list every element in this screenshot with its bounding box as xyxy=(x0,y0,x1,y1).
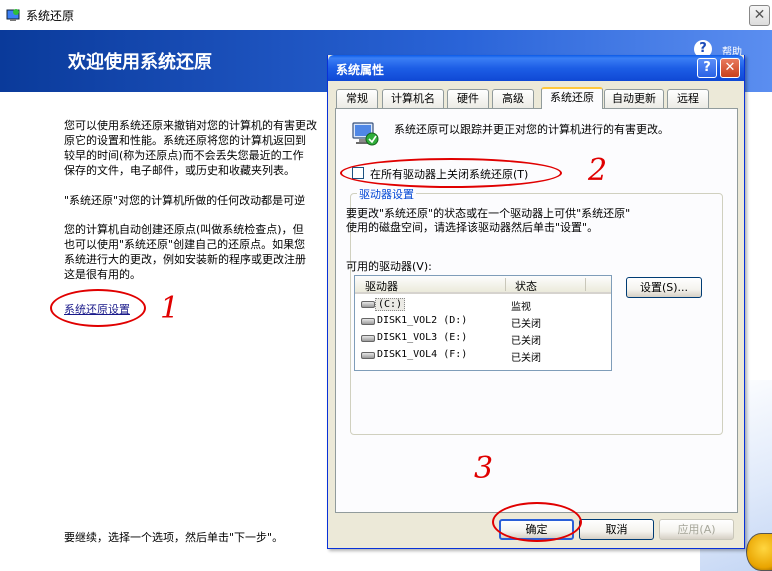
drive-name: DISK1_VOL4 (F:) xyxy=(377,349,468,360)
system-restore-icon xyxy=(6,9,20,21)
hard-drive-icon xyxy=(361,318,375,325)
dialog-title: 系统属性 xyxy=(336,63,385,77)
drive-status: 已关闭 xyxy=(511,319,541,330)
cancel-button[interactable]: 取消 xyxy=(579,519,654,540)
drives-list-header: 驱动器 状态 xyxy=(355,276,611,294)
hard-drive-icon xyxy=(361,335,375,342)
system-restore-description: 系统还原可以跟踪并更正对您的计算机进行的有害更改。 xyxy=(394,123,669,136)
column-separator xyxy=(585,278,586,291)
column-header-drive[interactable]: 驱动器 xyxy=(365,278,398,294)
tab-system-restore[interactable]: 系统还原 xyxy=(541,87,603,109)
ok-button[interactable]: 确定 xyxy=(499,519,574,540)
drive-name: (C:) xyxy=(375,298,406,311)
dialog-close-button[interactable]: ✕ xyxy=(720,58,740,78)
welcome-heading: 欢迎使用系统还原 xyxy=(68,52,212,73)
dialog-titlebar[interactable]: 系统属性 ? ✕ xyxy=(328,55,744,81)
system-properties-dialog: 系统属性 ? ✕ 常规 计算机名 硬件 高级 系统还原 自动更新 远程 系统还原… xyxy=(327,55,745,549)
hard-drive-icon xyxy=(361,352,375,359)
tab-hardware[interactable]: 硬件 xyxy=(447,89,489,108)
intro-paragraph: 您可以使用系统还原来撤销对您的计算机的有害更改 原它的设置和性能。系统还原将您的… xyxy=(64,119,317,177)
drive-settings-title: 驱动器设置 xyxy=(357,186,416,202)
drives-listview[interactable]: 驱动器 状态 (C:) 监视 DISK1_VOL2 (D:) 已关闭 DISK1… xyxy=(354,275,612,371)
disable-restore-checkbox[interactable] xyxy=(352,167,364,179)
annotation-number-3: 3 xyxy=(474,451,494,486)
background-window-title: 系统还原 xyxy=(26,9,75,23)
drive-name: DISK1_VOL2 (D:) xyxy=(377,315,468,326)
drive-row[interactable]: (C:) 监视 xyxy=(355,296,611,313)
column-header-status[interactable]: 状态 xyxy=(515,278,537,294)
background-close-button[interactable]: ✕ xyxy=(749,5,770,26)
mascot-icon xyxy=(746,533,772,571)
annotation-number-2: 2 xyxy=(588,153,608,188)
annotation-number-1: 1 xyxy=(160,291,180,326)
apply-button: 应用(A) xyxy=(659,519,734,540)
tab-automatic-updates[interactable]: 自动更新 xyxy=(604,89,664,108)
drive-row[interactable]: DISK1_VOL2 (D:) 已关闭 xyxy=(355,313,611,330)
drive-settings-description: 要更改"系统还原"的状态或在一个驱动器上可供"系统还原" 使用的磁盘空间，请选择… xyxy=(346,207,631,234)
drive-row[interactable]: DISK1_VOL3 (E:) 已关闭 xyxy=(355,330,611,347)
system-restore-settings-link[interactable]: 系统还原设置 xyxy=(64,301,130,317)
hard-drive-icon xyxy=(361,301,375,308)
tab-advanced[interactable]: 高级 xyxy=(492,89,534,108)
available-drives-label: 可用的驱动器(V): xyxy=(346,260,432,273)
reversible-paragraph: "系统还原"对您的计算机所做的任何改动都是可逆 xyxy=(64,194,306,207)
background-window-titlebar: 系统还原 ✕ xyxy=(0,0,772,30)
continue-instruction: 要继续，选择一个选项，然后单击"下一步"。 xyxy=(64,531,284,544)
restore-points-paragraph: 您的计算机自动创建还原点(叫做系统检查点)，但 也可以使用"系统还原"创建自己的… xyxy=(64,223,306,281)
dialog-help-button[interactable]: ? xyxy=(697,58,717,78)
drive-row[interactable]: DISK1_VOL4 (F:) 已关闭 xyxy=(355,347,611,364)
tab-general[interactable]: 常规 xyxy=(336,89,378,108)
drive-status: 监视 xyxy=(511,302,531,313)
drive-name: DISK1_VOL3 (E:) xyxy=(377,332,468,343)
system-restore-computer-icon xyxy=(352,122,379,146)
drive-status: 已关闭 xyxy=(511,353,541,364)
drive-settings-button[interactable]: 设置(S)... xyxy=(626,277,702,298)
tab-computer-name[interactable]: 计算机名 xyxy=(382,89,444,108)
tab-remote[interactable]: 远程 xyxy=(667,89,709,108)
drive-status: 已关闭 xyxy=(511,336,541,347)
column-separator xyxy=(505,278,506,291)
disable-restore-checkbox-label[interactable]: 在所有驱动器上关闭系统还原(T) xyxy=(370,166,528,182)
